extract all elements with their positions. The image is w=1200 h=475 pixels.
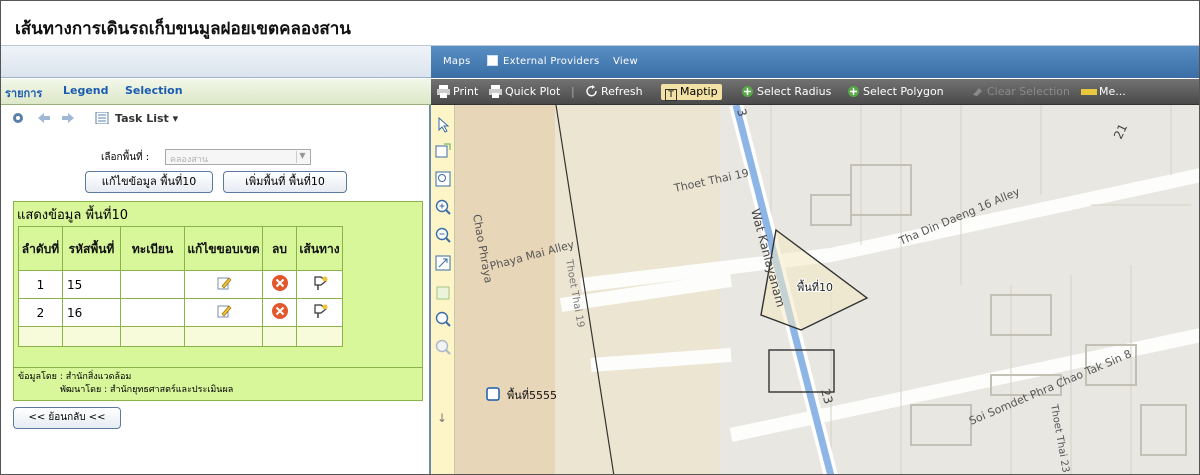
table-header-row: ลำดับที่ รหัสพื้นที่ ทะเบียน แก้ไขขอบเขต… <box>18 226 343 271</box>
map-menu-bar: Maps External Providers View <box>431 46 1199 78</box>
back-extent-icon[interactable] <box>435 311 451 327</box>
task-list-menu[interactable]: Task List ▾ <box>115 112 178 125</box>
select-radius-icon <box>742 86 753 97</box>
area-data-grid: แสดงข้อมูล พื้นที่10 ลำดับที่ รหัสพื้นที… <box>13 201 423 371</box>
map-tools-strip: ↓ <box>431 105 455 474</box>
task-list-icon <box>95 112 109 124</box>
forward-extent-icon[interactable] <box>435 339 451 355</box>
map-label-area-10: พื้นที่10 <box>797 279 833 294</box>
edit-boundary-cell <box>184 298 263 327</box>
delete-icon[interactable] <box>271 302 289 320</box>
route-cell <box>296 298 343 327</box>
area-5555-marker-icon <box>486 387 500 401</box>
menu-maps[interactable]: Maps <box>443 56 471 67</box>
toolbar-divider: | <box>571 85 575 98</box>
edit-boundary-cell <box>184 270 263 299</box>
map-view[interactable]: พื้นที่5555 พื้นที่10 พื้นที่10 Wat Kanl… <box>431 105 1200 475</box>
edit-area-button[interactable]: แก้ไขข้อมูล พื้นที่10 <box>85 171 213 193</box>
col-no: ลำดับที่ <box>18 226 63 271</box>
credits-box: ข้อมูลโดย : สำนักสิ่งแวดล้อม พัฒนาโดย : … <box>13 367 423 401</box>
maptip-button[interactable]: T Maptip <box>661 84 722 101</box>
cell-no: 2 <box>18 298 63 327</box>
map-label-area-5555: พื้นที่5555 <box>507 387 557 402</box>
panel-tabs: รายการ Legend Selection <box>1 79 431 105</box>
zoom-box-icon[interactable] <box>435 171 451 187</box>
maptip-label: Maptip <box>680 85 718 98</box>
app-window: เส้นทางการเดินรถเก็บขนมูลฝอยเขตคลองสาน M… <box>0 0 1200 475</box>
back-arrow-icon[interactable] <box>37 112 51 124</box>
select-polygon-icon <box>848 86 859 97</box>
refresh-icon <box>586 85 597 97</box>
task-panel: Task List ▾ เลือกพื้นที่ : คลองสาน ▼ แก้… <box>1 105 431 474</box>
chevron-down-icon: ▼ <box>296 151 308 163</box>
map-canvas[interactable]: พื้นที่5555 พื้นที่10 พื้นที่10 Wat Kanl… <box>431 105 1200 475</box>
measure-button[interactable]: Me... <box>1099 84 1126 100</box>
delete-cell <box>262 270 297 299</box>
gear-icon[interactable] <box>11 112 25 124</box>
area-table: ลำดับที่ รหัสพื้นที่ ทะเบียน แก้ไขขอบเขต… <box>18 226 343 347</box>
back-button[interactable]: << ย้อนกลับ << <box>13 407 121 429</box>
maptip-icon: T <box>665 89 677 101</box>
measure-icon <box>1081 89 1097 95</box>
menu-view[interactable]: View <box>613 56 638 67</box>
table-row: 2 16 <box>18 298 343 327</box>
pointer-icon[interactable] <box>435 117 451 133</box>
quick-plot-button[interactable]: Quick Plot <box>505 84 560 100</box>
list-icon <box>487 55 498 66</box>
tab-selection[interactable]: Selection <box>125 84 183 97</box>
edit-icon[interactable] <box>216 275 232 291</box>
col-registration: ทะเบียน <box>120 226 185 271</box>
cell-registration <box>120 270 185 299</box>
tab-task[interactable]: รายการ <box>5 84 42 102</box>
clear-selection-icon <box>973 88 982 96</box>
river-bank-area <box>455 105 555 474</box>
grid-title: แสดงข้อมูล พื้นที่10 <box>17 208 129 223</box>
refresh-button[interactable]: Refresh <box>601 84 643 100</box>
clear-selection-button[interactable]: Clear Selection <box>987 84 1070 100</box>
credit-developer: พัฒนาโดย : สำนักยุทธศาสตร์และประเมินผล <box>60 385 234 395</box>
table-row: 1 15 <box>18 270 343 299</box>
forward-arrow-icon[interactable] <box>61 112 75 124</box>
pan-icon[interactable] <box>435 285 451 301</box>
print-button[interactable]: Print <box>453 84 478 100</box>
select-box-icon[interactable] <box>435 143 451 159</box>
zoom-out-icon[interactable] <box>435 227 451 243</box>
page-header: เส้นทางการเดินรถเก็บขนมูลฝอยเขตคลองสาน <box>1 1 1199 46</box>
cell-code: 16 <box>62 298 121 327</box>
add-area-button[interactable]: เพิ่มพื้นที่ พื้นที่10 <box>223 171 347 193</box>
select-radius-button[interactable]: Select Radius <box>757 84 831 100</box>
quick-plot-icon <box>489 85 502 98</box>
tab-legend[interactable]: Legend <box>63 84 109 97</box>
down-arrow-icon: ↓ <box>437 411 448 425</box>
cell-no: 1 <box>18 270 63 299</box>
area-select-label: เลือกพื้นที่ : <box>101 152 150 163</box>
full-extent-icon[interactable] <box>435 255 451 271</box>
area-select[interactable]: คลองสาน ▼ <box>165 149 311 165</box>
credit-data-source: ข้อมูลโดย : สำนักสิ่งแวดล้อม <box>18 372 132 382</box>
cell-registration <box>120 298 185 327</box>
table-row-empty <box>18 326 343 347</box>
zoom-in-icon[interactable] <box>435 199 451 215</box>
page-title: เส้นทางการเดินรถเก็บขนมูลฝอยเขตคลองสาน <box>15 19 351 39</box>
col-route: เส้นทาง <box>296 226 343 271</box>
delete-cell <box>262 298 297 327</box>
route-icon[interactable] <box>311 274 329 292</box>
route-icon[interactable] <box>311 302 329 320</box>
map-toolbar: Print Quick Plot | Refresh T Maptip Selec… <box>431 79 1199 105</box>
col-delete: ลบ <box>262 226 297 271</box>
edit-icon[interactable] <box>216 303 232 319</box>
print-icon <box>437 85 450 98</box>
task-toolbar: Task List ▾ <box>1 105 429 133</box>
delete-icon[interactable] <box>271 274 289 292</box>
route-cell <box>296 270 343 299</box>
select-polygon-button[interactable]: Select Polygon <box>863 84 944 100</box>
cell-code: 15 <box>62 270 121 299</box>
area-select-value: คลองสาน <box>170 155 209 165</box>
col-code: รหัสพื้นที่ <box>62 226 121 271</box>
col-edit-boundary: แก้ไขขอบเขต <box>184 226 263 271</box>
menu-external-providers[interactable]: External Providers <box>503 56 599 67</box>
